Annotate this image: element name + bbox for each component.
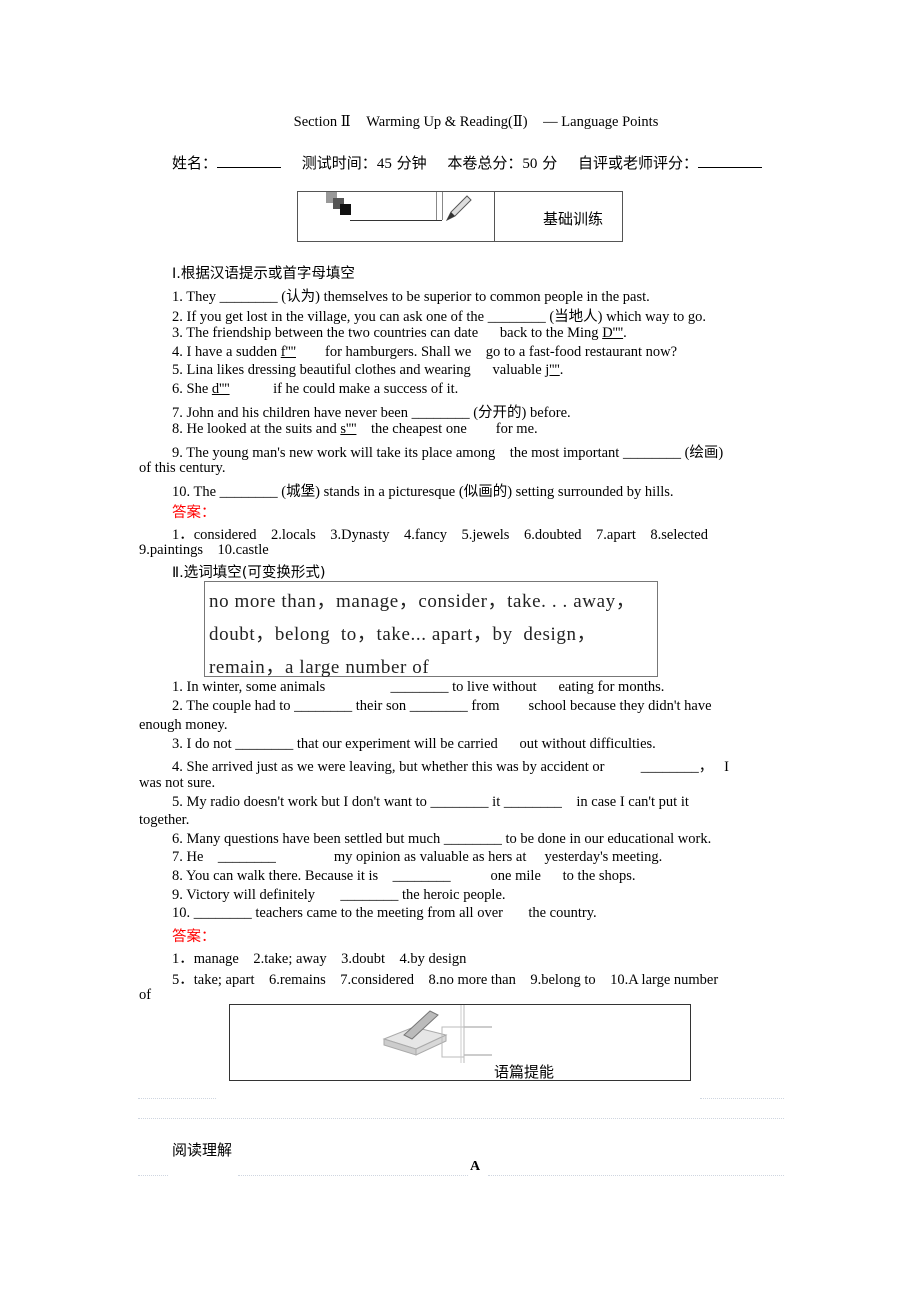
banner-label: 基础训练 bbox=[543, 210, 604, 228]
guide-line bbox=[700, 1098, 784, 1099]
answers-line: 5．take; apart 6.remains 7.considered 8.n… bbox=[172, 972, 719, 988]
part2-item-9: 9. Victory will definitely ________ the … bbox=[172, 887, 506, 903]
answer-label: 答案： bbox=[172, 505, 216, 521]
hint-letter[interactable]: j'''' bbox=[545, 362, 559, 378]
score-unit: 分 bbox=[542, 154, 558, 172]
part1-item-10: 10. The ________ (城堡) stands in a pictur… bbox=[172, 484, 674, 500]
word-bank-line: doubt，belong to，take... apart，by design， bbox=[209, 624, 597, 645]
word-bank-box: no more than，manage，consider，take. . . a… bbox=[204, 581, 658, 678]
time-value: 45 bbox=[376, 156, 392, 172]
part2-item-5-cont: together. bbox=[139, 812, 190, 828]
name-label: 姓名： bbox=[172, 154, 218, 172]
unit-label: Warming Up & Reading(Ⅱ) bbox=[366, 114, 528, 130]
hint-letter[interactable]: f'''' bbox=[281, 344, 296, 360]
answer-blank[interactable]: ________ bbox=[488, 309, 546, 325]
part1-item-4: 4. I have a sudden f'''' for hamburgers.… bbox=[172, 344, 678, 360]
guide-line bbox=[138, 1175, 168, 1176]
part2-item-6: 6. Many questions have been settled but … bbox=[172, 831, 712, 847]
test-meta: 姓名： 测试时间：45 分钟 本卷总分：50 分 自评或老师评分： bbox=[172, 152, 762, 173]
topic-label: — Language Points bbox=[543, 114, 659, 130]
part1-heading: Ⅰ.根据汉语提示或首字母填空 bbox=[172, 266, 355, 282]
grade-field[interactable] bbox=[698, 155, 762, 168]
part1-item-6: 6. She d'''' if he could make a success … bbox=[172, 381, 459, 397]
part2-item-2: 2. The couple had to ________ their son … bbox=[172, 698, 712, 714]
answers-line: of bbox=[139, 987, 152, 1003]
answer-blank[interactable]: ________ bbox=[220, 484, 278, 500]
grade-label: 自评或老师评分： bbox=[577, 154, 698, 172]
part2-item-3: 3. I do not ________ that our experiment… bbox=[172, 736, 656, 752]
part2-item-5: 5. My radio doesn't work but I don't wan… bbox=[172, 794, 689, 810]
part2-item-4-cont: was not sure. bbox=[139, 775, 216, 791]
section-banner-reading: 语篇提能 bbox=[229, 1004, 691, 1081]
score-label: 本卷总分： bbox=[447, 154, 523, 172]
part1-item-7: 7. John and his children have never been… bbox=[172, 405, 571, 421]
word-bank-line: no more than，manage，consider，take. . . a… bbox=[209, 591, 636, 612]
part2-item-8: 8. You can walk there. Because it is ___… bbox=[172, 868, 636, 884]
hint-letter[interactable]: d'''' bbox=[212, 381, 230, 397]
answer-label: 答案： bbox=[172, 929, 216, 945]
part1-item-2: 2. If you get lost in the village, you c… bbox=[172, 309, 706, 325]
answers-line: 1．considered 2.locals 3.Dynasty 4.fancy … bbox=[172, 527, 708, 543]
time-label: 测试时间： bbox=[301, 154, 377, 172]
banner-divider bbox=[494, 192, 495, 241]
part1-item-9: 9. The young man's new work will take it… bbox=[172, 445, 724, 461]
name-field[interactable] bbox=[217, 155, 282, 168]
hint-letter[interactable]: D'''' bbox=[602, 325, 623, 341]
part2-heading: Ⅱ.选词填空(可变换形式) bbox=[172, 565, 326, 581]
part2-item-10: 10. ________ teachers came to the meetin… bbox=[172, 905, 597, 921]
section-label: Section Ⅱ bbox=[293, 114, 351, 130]
score-value: 50 bbox=[522, 156, 538, 172]
banner-label: 语篇提能 bbox=[494, 1063, 555, 1081]
answers-line: 9.paintings 10.castle bbox=[139, 542, 269, 558]
part2-item-1: 1. In winter, some animals ________ to l… bbox=[172, 679, 665, 695]
guide-line bbox=[138, 1098, 216, 1099]
part1-item-3: 3. The friendship between the two countr… bbox=[172, 325, 627, 341]
hint-letter[interactable]: s'''' bbox=[340, 421, 356, 437]
page-title: Section Ⅱ Warming Up & Reading(Ⅱ) — Lang… bbox=[0, 114, 920, 131]
guide-line bbox=[238, 1175, 468, 1176]
part1-item-8: 8. He looked at the suits and s'''' the … bbox=[172, 421, 538, 437]
part1-item-9-cont: of this century. bbox=[139, 460, 226, 476]
guide-line bbox=[488, 1175, 784, 1176]
part1-item-1: 1. They ________ (认为) themselves to be s… bbox=[172, 289, 650, 305]
word-bank-line: remain，a large number of bbox=[209, 657, 430, 678]
part3-heading: 阅读理解 bbox=[172, 1141, 233, 1159]
section-banner-basic: 基础训练 bbox=[297, 191, 623, 242]
part2-item-4: 4. She arrived just as we were leaving, … bbox=[172, 759, 729, 775]
guide-line bbox=[138, 1118, 784, 1119]
answer-blank[interactable]: ________ bbox=[623, 445, 681, 461]
part2-item-7: 7. He ________ my opinion as valuable as… bbox=[172, 849, 663, 865]
answers-line: 1．manage 2.take; away 3.doubt 4.by desig… bbox=[172, 951, 467, 967]
answer-blank[interactable]: ________ bbox=[412, 405, 470, 421]
book-pen-icon bbox=[382, 1005, 492, 1063]
answer-blank[interactable]: ________ bbox=[220, 289, 278, 305]
passage-label: A bbox=[470, 1159, 481, 1174]
part2-item-2-cont: enough money. bbox=[139, 717, 228, 733]
part1-item-5: 5. Lina likes dressing beautiful clothes… bbox=[172, 362, 564, 378]
time-unit: 分钟 bbox=[396, 154, 427, 172]
